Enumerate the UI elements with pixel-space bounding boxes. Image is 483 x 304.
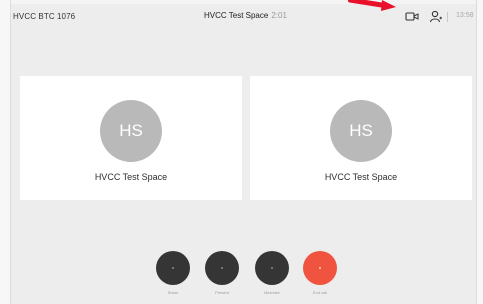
- avatar: HS: [330, 100, 392, 162]
- present-icon: [221, 267, 223, 269]
- camera-icon[interactable]: [405, 10, 419, 23]
- topbar-divider: [447, 12, 448, 22]
- minimize-icon: [271, 267, 273, 269]
- meeting-title: HVCC Test Space 2:01: [204, 11, 287, 20]
- present-button[interactable]: [205, 251, 239, 285]
- device-name: HVCC BTC 1076: [13, 12, 76, 21]
- call-duration: 2:01: [271, 11, 287, 20]
- end-call-button[interactable]: [303, 251, 337, 285]
- end-call-label: End call: [312, 290, 328, 295]
- minimize-label: Minimize: [264, 290, 280, 295]
- share-button[interactable]: [156, 251, 190, 285]
- participant-name: HVCC Test Space: [324, 172, 398, 182]
- person-icon[interactable]: [429, 10, 443, 23]
- window-right-frame: [476, 0, 483, 304]
- annotation-arrow-icon: [348, 0, 396, 11]
- avatar: HS: [100, 100, 162, 162]
- participant-name: HVCC Test Space: [94, 172, 168, 182]
- window-left-frame: [0, 0, 11, 304]
- share-label: Share: [167, 290, 179, 295]
- share-icon: [172, 267, 174, 269]
- end-call-icon: [319, 267, 321, 269]
- present-label: Present: [215, 290, 229, 295]
- top-bar: HVCC BTC 1076 HVCC Test Space 2:01 13:58: [10, 0, 477, 28]
- participant-tile[interactable]: HS HVCC Test Space: [250, 76, 472, 200]
- participant-tile[interactable]: HS HVCC Test Space: [20, 76, 242, 200]
- minimize-button[interactable]: [255, 251, 289, 285]
- clock: 13:58: [456, 12, 474, 19]
- space-title: HVCC Test Space: [204, 11, 269, 20]
